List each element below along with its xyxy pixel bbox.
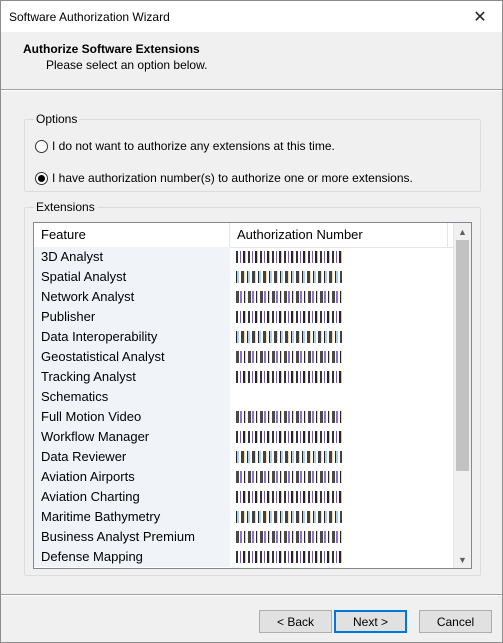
close-icon: ✕ bbox=[473, 8, 487, 26]
obscured-authorization-number bbox=[236, 451, 342, 463]
table-row[interactable]: Spatial Analyst bbox=[34, 267, 454, 287]
authorization-number-cell[interactable] bbox=[230, 467, 454, 487]
authorization-number-cell[interactable] bbox=[230, 347, 454, 367]
feature-cell: 3D Analyst bbox=[34, 247, 230, 267]
extensions-legend: Extensions bbox=[34, 200, 97, 214]
table-row[interactable]: Defense Mapping bbox=[34, 547, 454, 567]
feature-cell: Maritime Bathymetry bbox=[34, 507, 230, 527]
authorization-number-cell[interactable] bbox=[230, 447, 454, 467]
obscured-authorization-number bbox=[236, 271, 342, 283]
feature-cell: Data Interoperability bbox=[34, 327, 230, 347]
radio-label: I have authorization number(s) to author… bbox=[52, 171, 413, 185]
column-header-authorization[interactable]: Authorization Number bbox=[230, 223, 448, 247]
scroll-down-button[interactable]: ▼ bbox=[454, 551, 471, 568]
obscured-authorization-number bbox=[236, 311, 342, 323]
window-title: Software Authorization Wizard bbox=[9, 10, 170, 24]
table-row[interactable]: Publisher bbox=[34, 307, 454, 327]
authorization-number-cell[interactable] bbox=[230, 547, 454, 567]
wizard-window: Software Authorization Wizard ✕ Authoriz… bbox=[0, 0, 503, 643]
obscured-authorization-number bbox=[236, 291, 342, 303]
wizard-header: Authorize Software Extensions Please sel… bbox=[1, 32, 502, 87]
authorization-number-cell[interactable] bbox=[230, 407, 454, 427]
table-row[interactable]: Full Motion Video bbox=[34, 407, 454, 427]
close-button[interactable]: ✕ bbox=[458, 1, 502, 32]
feature-cell: Aviation Airports bbox=[34, 467, 230, 487]
feature-cell: Workflow Manager bbox=[34, 427, 230, 447]
header-divider bbox=[1, 89, 502, 91]
obscured-authorization-number bbox=[236, 551, 342, 563]
extensions-list[interactable]: Feature Authorization Number 3D Analyst S… bbox=[33, 222, 472, 569]
table-row[interactable]: Network Analyst bbox=[34, 287, 454, 307]
table-row[interactable]: Data Interoperability bbox=[34, 327, 454, 347]
feature-cell: Schematics bbox=[34, 387, 230, 407]
obscured-authorization-number bbox=[236, 531, 342, 543]
feature-cell: Defense Mapping bbox=[34, 547, 230, 567]
obscured-authorization-number bbox=[236, 371, 342, 383]
cancel-button[interactable]: Cancel bbox=[419, 610, 492, 633]
chevron-down-icon: ▼ bbox=[458, 554, 467, 565]
radio-button[interactable] bbox=[35, 139, 48, 153]
radio-no-authorize[interactable]: I do not want to authorize any extension… bbox=[35, 139, 335, 153]
authorization-number-cell[interactable] bbox=[230, 527, 454, 547]
table-row[interactable]: Workflow Manager bbox=[34, 427, 454, 447]
authorization-number-cell[interactable] bbox=[230, 287, 454, 307]
footer-divider bbox=[1, 594, 502, 596]
authorization-number-cell[interactable] bbox=[230, 507, 454, 527]
radio-button-selected[interactable] bbox=[35, 171, 48, 185]
scroll-up-button[interactable]: ▲ bbox=[454, 223, 471, 240]
obscured-authorization-number bbox=[236, 431, 342, 443]
radio-label: I do not want to authorize any extension… bbox=[52, 139, 335, 153]
table-row[interactable]: Schematics bbox=[34, 387, 454, 407]
authorization-number-cell[interactable] bbox=[230, 387, 454, 407]
table-row[interactable]: Maritime Bathymetry bbox=[34, 507, 454, 527]
feature-cell: Network Analyst bbox=[34, 287, 230, 307]
title-bar: Software Authorization Wizard ✕ bbox=[1, 1, 502, 32]
table-row[interactable]: Aviation Charting bbox=[34, 487, 454, 507]
list-header: Feature Authorization Number bbox=[34, 223, 454, 248]
obscured-authorization-number bbox=[236, 411, 342, 423]
obscured-authorization-number bbox=[236, 251, 342, 263]
authorization-number-cell[interactable] bbox=[230, 327, 454, 347]
feature-cell: Business Analyst Premium bbox=[34, 527, 230, 547]
feature-cell: Geostatistical Analyst bbox=[34, 347, 230, 367]
obscured-authorization-number bbox=[236, 471, 342, 483]
next-button[interactable]: Next > bbox=[334, 610, 407, 633]
feature-cell: Full Motion Video bbox=[34, 407, 230, 427]
obscured-authorization-number bbox=[236, 511, 342, 523]
feature-cell: Publisher bbox=[34, 307, 230, 327]
table-row[interactable]: Tracking Analyst bbox=[34, 367, 454, 387]
options-group: Options I do not want to authorize any e… bbox=[24, 112, 481, 192]
table-row[interactable]: Data Reviewer bbox=[34, 447, 454, 467]
feature-cell: Data Reviewer bbox=[34, 447, 230, 467]
feature-cell: Tracking Analyst bbox=[34, 367, 230, 387]
table-row[interactable]: 3D Analyst bbox=[34, 247, 454, 267]
obscured-authorization-number bbox=[236, 331, 342, 343]
vertical-scrollbar[interactable]: ▲ ▼ bbox=[453, 223, 471, 568]
authorization-number-cell[interactable] bbox=[230, 307, 454, 327]
authorization-number-cell[interactable] bbox=[230, 267, 454, 287]
radio-authorize[interactable]: I have authorization number(s) to author… bbox=[35, 171, 413, 185]
scroll-thumb[interactable] bbox=[456, 240, 469, 471]
page-title: Authorize Software Extensions bbox=[23, 42, 200, 56]
table-row[interactable]: Aviation Airports bbox=[34, 467, 454, 487]
obscured-authorization-number bbox=[236, 351, 342, 363]
table-row[interactable]: Business Analyst Premium bbox=[34, 527, 454, 547]
table-row[interactable]: Geostatistical Analyst bbox=[34, 347, 454, 367]
authorization-number-cell[interactable] bbox=[230, 247, 454, 267]
column-header-feature[interactable]: Feature bbox=[34, 223, 230, 247]
authorization-number-cell[interactable] bbox=[230, 487, 454, 507]
back-button[interactable]: < Back bbox=[259, 610, 332, 633]
options-legend: Options bbox=[34, 112, 80, 126]
obscured-authorization-number bbox=[236, 491, 342, 503]
chevron-up-icon: ▲ bbox=[458, 226, 467, 237]
authorization-number-cell[interactable] bbox=[230, 367, 454, 387]
feature-cell: Aviation Charting bbox=[34, 487, 230, 507]
authorization-number-cell[interactable] bbox=[230, 427, 454, 447]
feature-cell: Spatial Analyst bbox=[34, 267, 230, 287]
page-subtitle: Please select an option below. bbox=[46, 58, 208, 72]
